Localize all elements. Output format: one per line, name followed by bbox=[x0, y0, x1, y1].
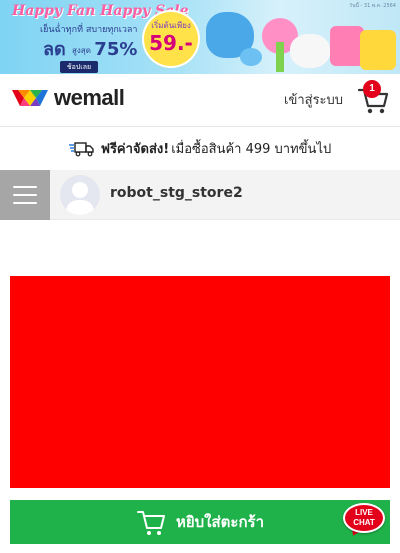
site-header: wemall เข้าสู่ระบบ 1 bbox=[0, 74, 400, 126]
live-chat-label: LIVE CHAT bbox=[345, 508, 383, 528]
banner-sale-prefix: ลด bbox=[43, 39, 66, 60]
banner-date: วันนี้ - 31 พ.ค. 2564 bbox=[349, 3, 396, 9]
pink-fan-image bbox=[330, 26, 364, 66]
free-shipping-notice: ฟรีค่าจัดส่ง! เมื่อซื้อสินค้า 499 บาทขึ้… bbox=[0, 126, 400, 170]
login-link[interactable]: เข้าสู่ระบบ bbox=[284, 89, 343, 110]
banner-price-value: 59.- bbox=[149, 31, 193, 55]
free-shipping-highlight: ฟรีค่าจัดส่ง! bbox=[100, 142, 170, 157]
live-chat-label-2: CHAT bbox=[353, 518, 375, 527]
wemall-logo[interactable]: wemall bbox=[10, 85, 125, 111]
add-to-cart-label: หยิบใส่ตะกร้า bbox=[175, 513, 265, 531]
fan-product-image bbox=[240, 48, 262, 66]
hamburger-icon bbox=[13, 194, 37, 196]
banner-price-badge: เริ่มต้นเพียง 59.- bbox=[142, 10, 200, 68]
yellow-fan-image bbox=[360, 30, 396, 70]
cart-count-badge: 1 bbox=[363, 80, 381, 98]
mouse-fan-image bbox=[290, 34, 330, 68]
wemall-logo-icon bbox=[12, 90, 48, 106]
banner-sale-text: ลด สูงสุด 75% bbox=[43, 34, 137, 63]
logo-text: wemall bbox=[54, 85, 125, 110]
banner-shop-button[interactable]: ช้อปเลย bbox=[60, 61, 98, 73]
banner-sale-upto: สูงสุด bbox=[72, 45, 91, 55]
hamburger-icon bbox=[13, 186, 37, 188]
store-avatar[interactable] bbox=[60, 175, 100, 215]
menu-button[interactable] bbox=[0, 170, 50, 220]
add-to-cart-button[interactable]: หยิบใส่ตะกร้า bbox=[10, 500, 390, 544]
delivery-truck-icon bbox=[68, 141, 94, 156]
shopping-cart-icon bbox=[136, 511, 165, 535]
free-shipping-text: เมื่อซื้อสินค้า 499 บาทขึ้นไป bbox=[171, 142, 332, 157]
promo-banner[interactable]: Happy Fan Happy Sale เย็นฉ่ำทุกที่ สบายท… bbox=[0, 0, 400, 74]
store-bar: robot_stg_store2 bbox=[0, 170, 400, 220]
pinwheel-stand-image bbox=[276, 42, 284, 72]
banner-sale-percent: 75% bbox=[94, 39, 138, 60]
hamburger-icon bbox=[13, 202, 37, 204]
store-name[interactable]: robot_stg_store2 bbox=[110, 185, 243, 201]
live-chat-button[interactable]: LIVE CHAT bbox=[343, 503, 385, 539]
user-placeholder-icon bbox=[65, 182, 95, 215]
live-chat-label-1: LIVE bbox=[355, 508, 373, 517]
product-image[interactable] bbox=[10, 276, 390, 488]
